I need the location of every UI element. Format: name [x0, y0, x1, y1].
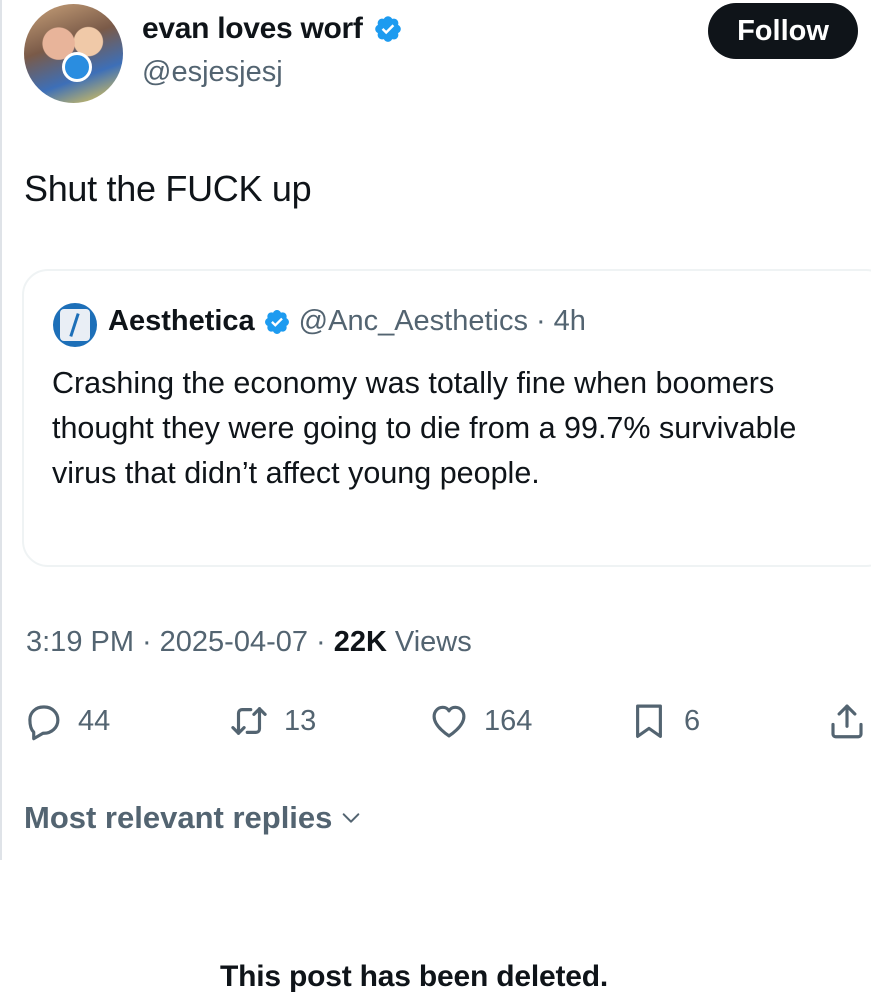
- share-button[interactable]: [826, 700, 868, 742]
- tweet-time[interactable]: 3:19 PM: [26, 626, 134, 659]
- author-display-name[interactable]: evan loves worf: [142, 12, 363, 46]
- bookmark-button[interactable]: 6: [628, 700, 700, 742]
- plush-toy-image: [62, 52, 92, 82]
- deleted-post-notice: This post has been deleted.: [220, 960, 609, 993]
- quoted-timestamp[interactable]: 4h: [554, 305, 586, 338]
- quoted-avatar-logo: [60, 309, 90, 341]
- author-handle[interactable]: @esjesjesj: [142, 56, 283, 89]
- tweet-text: Shut the FUCK up: [24, 168, 312, 209]
- reply-count: 44: [78, 704, 111, 737]
- replies-sort-dropdown[interactable]: Most relevant replies: [24, 800, 362, 836]
- like-button[interactable]: 164: [428, 700, 532, 742]
- quoted-tweet-header: Aesthetica @Anc_Aesthetics · 4h: [108, 305, 586, 338]
- verified-badge-icon: [374, 16, 401, 42]
- chevron-down-icon: [343, 813, 360, 823]
- author-name-row[interactable]: evan loves worf: [142, 12, 403, 46]
- bookmark-count: 6: [684, 704, 701, 737]
- repost-count: 13: [284, 704, 317, 737]
- meta-separator: ·: [316, 626, 326, 658]
- like-count: 164: [484, 704, 533, 737]
- share-icon: [831, 704, 863, 739]
- author-avatar[interactable]: [24, 4, 123, 103]
- meta-separator: ·: [142, 626, 152, 658]
- quoted-verified-badge-icon: [264, 309, 289, 334]
- tweet-date[interactable]: 2025-04-07: [160, 626, 308, 659]
- action-bar: 44 13 164 6: [0, 700, 871, 750]
- replies-sort-label: Most relevant replies: [24, 800, 333, 835]
- bookmark-icon: [636, 704, 662, 738]
- repost-button[interactable]: 13: [228, 700, 316, 742]
- quoted-author-handle[interactable]: @Anc_Aesthetics: [299, 305, 528, 338]
- tweet-meta: 3:19 PM · 2025-04-07 · 22K Views: [26, 626, 472, 659]
- quoted-tweet-text: Crashing the economy was totally fine wh…: [52, 366, 797, 490]
- follow-button[interactable]: Follow: [708, 3, 858, 59]
- views-label: Views: [394, 626, 472, 658]
- quoted-author-name[interactable]: Aesthetica: [108, 305, 255, 338]
- views-count: 22K: [333, 626, 387, 658]
- reply-button[interactable]: 44: [22, 700, 110, 742]
- repost-icon: [231, 707, 267, 735]
- quoted-tweet-card[interactable]: Aesthetica @Anc_Aesthetics · 4h Crashing…: [22, 269, 871, 567]
- quoted-separator: ·: [536, 305, 546, 337]
- quoted-author-avatar[interactable]: [53, 303, 97, 347]
- heart-icon: [432, 705, 466, 738]
- reply-icon: [28, 705, 60, 741]
